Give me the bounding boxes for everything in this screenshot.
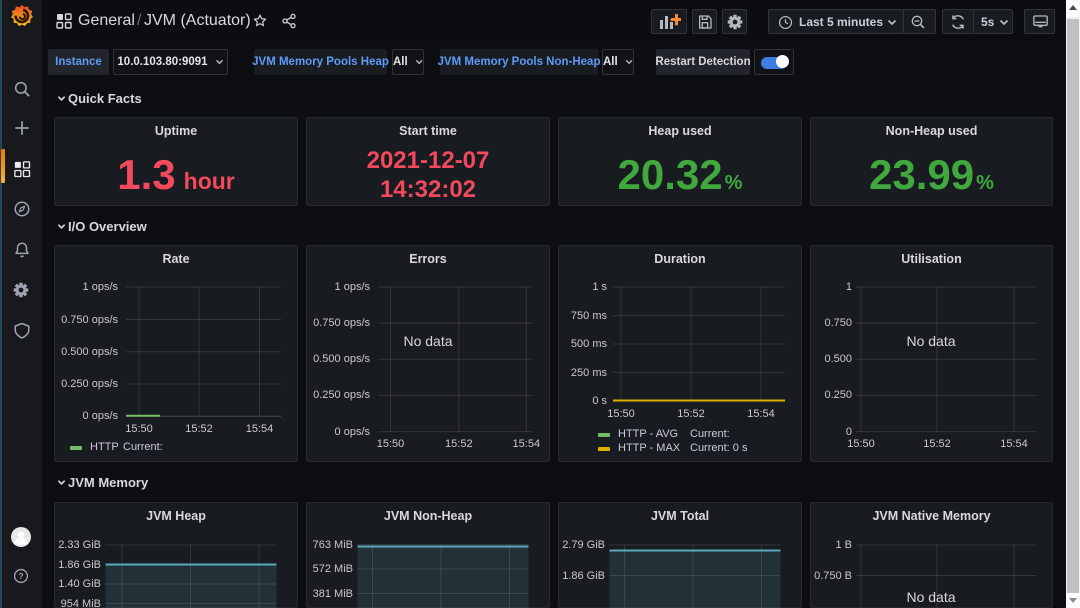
svg-text:?: ? <box>18 571 23 581</box>
